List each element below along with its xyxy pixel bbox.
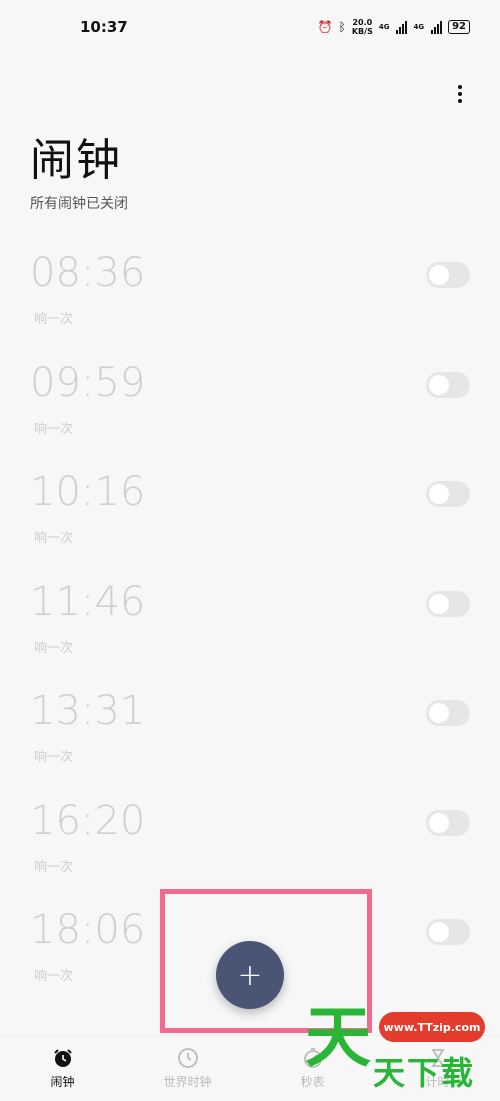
watermark-big-char: 天 (305, 999, 371, 1076)
alarm-repeat: 响一次 (34, 312, 74, 327)
status-time: 10:37 (80, 18, 128, 36)
alarm-repeat: 响一次 (34, 421, 74, 437)
dot-icon (458, 99, 462, 103)
alarm-item[interactable]: 13:31 响一次 (0, 678, 500, 788)
alarm-repeat: 响一次 (34, 531, 74, 546)
alarm-toggle[interactable] (426, 809, 470, 836)
alarm-time: 13:31 (30, 688, 146, 734)
more-options-button[interactable] (450, 82, 470, 106)
toggle-knob (429, 593, 449, 614)
alarm-toggle[interactable] (426, 919, 470, 945)
network-type-2: 4G (413, 23, 425, 31)
signal-icon (396, 20, 408, 34)
watermark-logo: 天 www.TTzip.com 天下载 (305, 1000, 495, 1100)
nav-label: 世界时钟 (163, 1075, 212, 1089)
signal-icon-2 (431, 20, 443, 34)
nav-label: 闹钟 (50, 1075, 75, 1089)
toggle-knob (429, 265, 449, 285)
nav-tab-alarm[interactable]: 闹钟 (0, 1036, 125, 1101)
alarm-toggle[interactable] (426, 590, 470, 617)
page-title: 闹钟 (30, 135, 122, 186)
alarm-repeat: 响一次 (34, 859, 74, 875)
network-type-1: 4G (378, 23, 390, 31)
alarm-time: 10:16 (30, 469, 146, 515)
alarm-clock-icon (52, 1047, 74, 1069)
dot-icon (458, 92, 462, 96)
page-subtitle: 所有闹钟已关闭 (30, 196, 128, 212)
clock-icon (177, 1047, 199, 1069)
alarm-item[interactable]: 08:36 响一次 (0, 240, 500, 350)
toggle-knob (429, 374, 449, 395)
alarm-time: 16:20 (30, 797, 146, 844)
add-alarm-button[interactable]: + (216, 941, 284, 1009)
alarm-toggle[interactable] (426, 262, 470, 288)
status-bar: 10:37 ⏰ ᛒ 20.0 KB/S 4G 4G 92 (0, 0, 500, 56)
status-icons: ⏰ ᛒ 20.0 KB/S 4G 4G 92 (318, 18, 470, 36)
alarm-time: 11:46 (30, 578, 146, 625)
plus-icon: + (237, 957, 263, 993)
alarm-repeat: 响一次 (34, 969, 74, 984)
alarm-time: 08:36 (30, 250, 146, 296)
alarm-repeat: 响一次 (34, 750, 74, 765)
battery-icon: 92 (448, 20, 470, 34)
alarm-time: 18:06 (30, 907, 146, 953)
watermark-chars: 天下载 (373, 1054, 476, 1092)
alarm-item[interactable]: 16:20 响一次 (0, 788, 500, 898)
toggle-knob (429, 703, 449, 723)
alarm-item[interactable]: 11:46 响一次 (0, 569, 500, 679)
alarm-time: 09:59 (30, 359, 146, 406)
alarm-toggle[interactable] (426, 371, 470, 398)
alarm-item[interactable]: 09:59 响一次 (0, 350, 500, 460)
alarm-status-icon: ⏰ (317, 20, 333, 34)
net-speed: 20.0 KB/S (351, 18, 373, 36)
toggle-knob (429, 922, 449, 942)
dot-icon (458, 85, 462, 89)
watermark-url: www.TTzip.com (379, 1012, 485, 1042)
toggle-knob (429, 812, 449, 833)
nav-tab-world-clock[interactable]: 世界时钟 (125, 1036, 250, 1101)
bluetooth-icon: ᛒ (338, 20, 346, 34)
alarm-toggle[interactable] (426, 700, 470, 726)
alarm-item[interactable]: 10:16 响一次 (0, 459, 500, 569)
toggle-knob (429, 484, 449, 504)
alarm-repeat: 响一次 (34, 640, 74, 656)
alarm-toggle[interactable] (426, 481, 470, 507)
